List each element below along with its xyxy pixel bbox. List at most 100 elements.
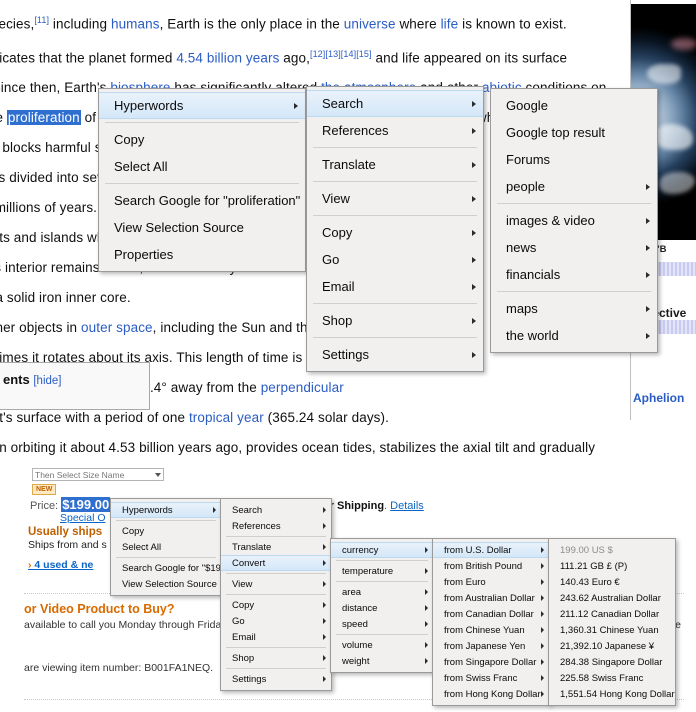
price-value-selected[interactable]: $199.00: [61, 497, 111, 512]
menu-item[interactable]: 284.38 Singapore Dollar: [549, 654, 675, 670]
menu-item[interactable]: Hyperwords: [111, 502, 221, 518]
article-link[interactable]: tropical year: [189, 410, 264, 425]
menu-item[interactable]: from Canadian Dollar: [433, 606, 549, 622]
article-link[interactable]: perpendicular: [261, 380, 344, 395]
article-link[interactable]: outer space: [81, 320, 153, 335]
menu-separator: [105, 183, 299, 184]
menu-item-label: from British Pound: [444, 560, 523, 572]
hyperwords-menu-bottom[interactable]: Search References Translate Convert View Copy…: [220, 498, 332, 691]
menu-item[interactable]: maps: [491, 295, 657, 322]
menu-item[interactable]: 243.62 Australian Dollar: [549, 590, 675, 606]
menu-item[interactable]: View Selection Source: [99, 214, 305, 241]
menu-item[interactable]: Copy: [221, 597, 331, 613]
menu-item[interactable]: Search: [221, 502, 331, 518]
article-reference[interactable]: [11]: [34, 15, 49, 25]
toc-hide-link[interactable]: [hide]: [33, 375, 61, 387]
menu-item[interactable]: from Swiss Franc: [433, 670, 549, 686]
menu-item[interactable]: 1,360.31 Chinese Yuan: [549, 622, 675, 638]
menu-item[interactable]: Translate: [221, 539, 331, 555]
menu-item[interactable]: temperature: [331, 563, 433, 579]
article-reference[interactable]: [12][13][14][15]: [310, 49, 372, 59]
menu-item[interactable]: 211.12 Canadian Dollar: [549, 606, 675, 622]
menu-item[interactable]: Settings: [221, 671, 331, 687]
menu-item-label: Email: [232, 631, 256, 643]
menu-item[interactable]: from Singapore Dollar: [433, 654, 549, 670]
menu-item[interactable]: References: [221, 518, 331, 534]
currency-from-submenu[interactable]: from U.S. Dollar from British Pound from E…: [432, 538, 550, 706]
menu-item[interactable]: Google: [491, 92, 657, 119]
menu-item[interactable]: from Hong Kong Dollar: [433, 686, 549, 702]
menu-item[interactable]: Select All: [99, 153, 305, 180]
currency-results-submenu[interactable]: 199.00 US $ 111.21 GB £ (P) 140.43 Euro € 2…: [548, 538, 676, 706]
article-link[interactable]: universe: [344, 17, 396, 32]
menu-item[interactable]: speed: [331, 616, 433, 632]
menu-item[interactable]: Go: [221, 613, 331, 629]
details-link[interactable]: Details: [390, 500, 424, 512]
menu-item[interactable]: Copy: [307, 219, 483, 246]
menu-item-label: Search Google for "proliferation": [114, 193, 301, 208]
menu-item[interactable]: Hyperwords: [99, 92, 305, 119]
menu-item[interactable]: 140.43 Euro €: [549, 574, 675, 590]
menu-item[interactable]: Search Google for "proliferation": [99, 187, 305, 214]
menu-item[interactable]: 225.58 Swiss Franc: [549, 670, 675, 686]
toc-title-text: ents: [3, 372, 30, 387]
menu-item[interactable]: weight: [331, 653, 433, 669]
hyperwords-search-submenu[interactable]: Google Google top result Forums people image…: [490, 88, 658, 353]
menu-item[interactable]: from U.S. Dollar: [433, 542, 549, 558]
used-and-new-link[interactable]: › 4 used & ne: [28, 559, 93, 571]
menu-item[interactable]: financials: [491, 261, 657, 288]
hyperwords-menu[interactable]: Search References Translate View Copy Go Email…: [306, 86, 484, 372]
menu-item[interactable]: Copy: [99, 126, 305, 153]
convert-submenu[interactable]: currency temperature area distance speed volu…: [330, 538, 434, 673]
menu-item[interactable]: from British Pound: [433, 558, 549, 574]
menu-item[interactable]: Go: [307, 246, 483, 273]
article-link[interactable]: 4.54 billion years: [176, 50, 279, 65]
menu-item[interactable]: from Chinese Yuan: [433, 622, 549, 638]
menu-item[interactable]: news: [491, 234, 657, 261]
menu-item[interactable]: Email: [221, 629, 331, 645]
menu-item[interactable]: volume: [331, 637, 433, 653]
menu-item[interactable]: Convert: [221, 555, 331, 571]
browser-context-menu-bottom[interactable]: Hyperwords Copy Select All Search Google fo…: [110, 498, 243, 596]
menu-item[interactable]: 111.21 GB £ (P): [549, 558, 675, 574]
menu-item[interactable]: Shop: [307, 307, 483, 334]
menu-item[interactable]: Translate: [307, 151, 483, 178]
infobox-label-aphelion[interactable]: Aphelion: [633, 391, 684, 405]
menu-item-label: View: [322, 191, 350, 206]
menu-item[interactable]: Search Google for "$199.00": [111, 560, 243, 576]
menu-item[interactable]: Select All: [111, 539, 221, 555]
size-name-select[interactable]: Then Select Size Name: [32, 468, 164, 481]
menu-item[interactable]: Settings: [307, 341, 483, 368]
chevron-right-icon: [472, 351, 476, 358]
menu-item[interactable]: View Selection Source: [111, 576, 221, 592]
menu-item[interactable]: Email: [307, 273, 483, 300]
menu-item[interactable]: the world: [491, 322, 657, 349]
menu-item[interactable]: people: [491, 173, 657, 200]
menu-item[interactable]: Copy: [111, 523, 221, 539]
menu-item[interactable]: from Australian Dollar: [433, 590, 549, 606]
menu-item[interactable]: View: [307, 185, 483, 212]
menu-item[interactable]: Forums: [491, 146, 657, 173]
menu-item[interactable]: 21,392.10 Japanese ¥: [549, 638, 675, 654]
menu-item[interactable]: View: [221, 576, 331, 592]
chevron-right-icon: [541, 595, 544, 601]
menu-item-label: Settings: [322, 347, 369, 362]
article-link[interactable]: life: [441, 17, 459, 32]
menu-item[interactable]: from Euro: [433, 574, 549, 590]
menu-item[interactable]: currency: [331, 542, 433, 558]
menu-item[interactable]: Properties: [99, 241, 305, 268]
menu-item[interactable]: References: [307, 117, 483, 144]
menu-item-label: View Selection Source: [122, 578, 217, 590]
menu-item[interactable]: 1,551.54 Hong Kong Dollar: [549, 686, 675, 702]
menu-item[interactable]: images & video: [491, 207, 657, 234]
selected-word[interactable]: proliferation: [6, 110, 81, 125]
menu-item[interactable]: distance: [331, 600, 433, 616]
menu-item[interactable]: from Japanese Yen: [433, 638, 549, 654]
browser-context-menu[interactable]: Hyperwords Copy Select All Search Google fo…: [98, 88, 306, 272]
menu-item[interactable]: Google top result: [491, 119, 657, 146]
menu-item[interactable]: Search: [307, 90, 483, 117]
menu-item[interactable]: area: [331, 584, 433, 600]
menu-item[interactable]: Shop: [221, 650, 331, 666]
article-link[interactable]: humans: [111, 17, 160, 32]
special-offers-link[interactable]: Special O: [60, 512, 106, 524]
